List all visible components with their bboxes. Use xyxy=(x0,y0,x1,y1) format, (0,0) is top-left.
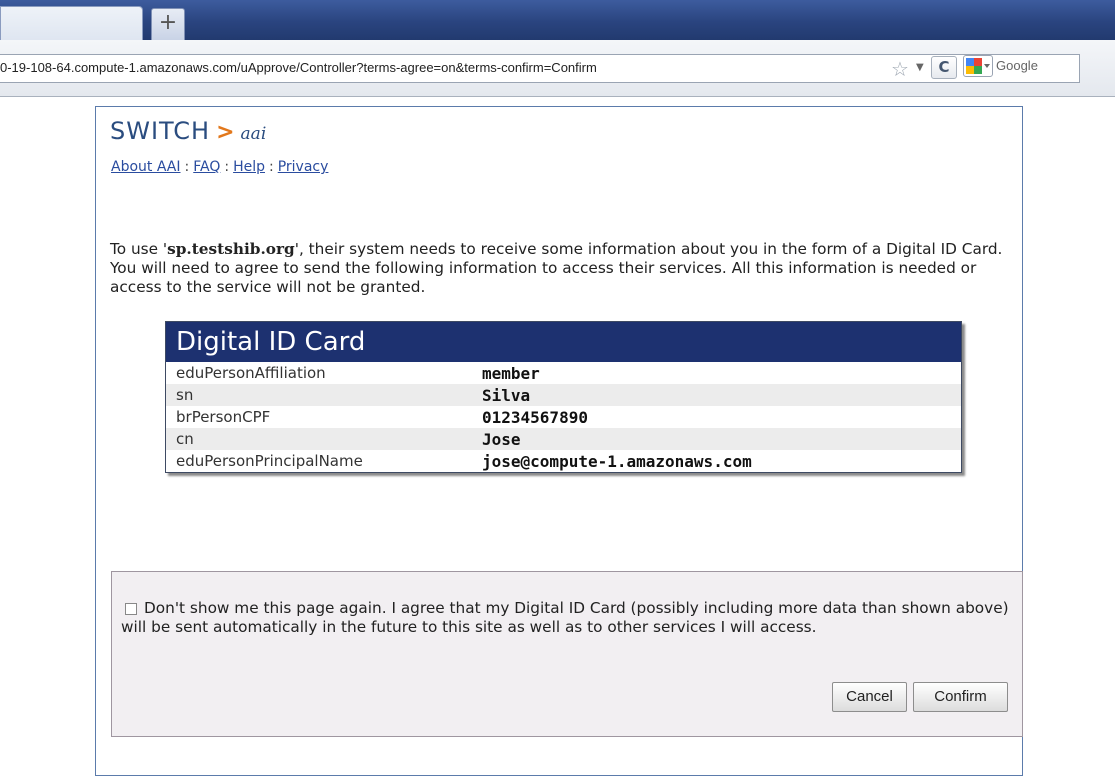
digital-id-card: Digital ID Card eduPersonAffiliation mem… xyxy=(165,321,962,473)
switch-aai-logo: SWITCH > aai xyxy=(110,117,266,149)
attribute-value: Silva xyxy=(482,385,531,405)
attribute-row: eduPersonPrincipalName jose@compute-1.am… xyxy=(166,450,961,472)
new-tab-button[interactable]: + xyxy=(151,8,185,40)
link-separator: : xyxy=(184,159,190,175)
url-text[interactable]: 0-19-108-64.compute-1.amazonaws.com/uApp… xyxy=(0,60,597,75)
brand-arrow-icon: > xyxy=(216,120,235,145)
link-separator: : xyxy=(269,159,274,175)
attribute-name: eduPersonAffiliation xyxy=(176,364,326,382)
attribute-value: Jose xyxy=(482,429,521,449)
search-engine-label: Google xyxy=(996,58,1038,73)
link-about-aai[interactable]: About AAI xyxy=(111,159,181,175)
service-provider-name: sp.testshib.org xyxy=(167,240,295,258)
card-title: Digital ID Card xyxy=(166,322,961,362)
attribute-value: 01234567890 xyxy=(482,407,588,427)
confirm-button[interactable]: Confirm xyxy=(913,682,1008,712)
cancel-button[interactable]: Cancel xyxy=(832,682,907,712)
intro-text: To use 'sp.testshib.org', their system n… xyxy=(110,240,1010,297)
attribute-row: eduPersonAffiliation member xyxy=(166,362,961,384)
attribute-name: cn xyxy=(176,430,194,448)
link-help[interactable]: Help xyxy=(233,159,265,175)
attribute-row: sn Silva xyxy=(166,384,961,406)
attribute-row: brPersonCPF 01234567890 xyxy=(166,406,961,428)
attribute-name: sn xyxy=(176,386,194,404)
page-frame: SWITCH > aai About AAI: FAQ: Help: Privacy To… xyxy=(95,106,1023,776)
brand-suffix: aai xyxy=(240,124,267,144)
top-links: About AAI: FAQ: Help: Privacy xyxy=(111,159,328,175)
attribute-row: cn Jose xyxy=(166,428,961,450)
bookmark-star-icon[interactable]: ☆ xyxy=(891,57,909,81)
attribute-name: eduPersonPrincipalName xyxy=(176,452,363,470)
brand-name: SWITCH xyxy=(110,117,211,145)
search-bar[interactable]: Google xyxy=(963,54,1081,79)
url-dropdown-icon[interactable]: ▼ xyxy=(916,62,924,73)
consent-text: Don't show me this page again. I agree t… xyxy=(121,599,1009,636)
google-logo-icon[interactable] xyxy=(963,55,993,77)
link-faq[interactable]: FAQ xyxy=(193,159,220,175)
intro-before: To use ' xyxy=(110,240,168,258)
attribute-value: jose@compute-1.amazonaws.com xyxy=(482,451,752,471)
attribute-name: brPersonCPF xyxy=(176,408,271,426)
navigation-toolbar: 0-19-108-64.compute-1.amazonaws.com/uApp… xyxy=(0,40,1115,97)
consent-box: Don't show me this page again. I agree t… xyxy=(111,571,1023,737)
link-separator: : xyxy=(224,159,230,175)
address-bar[interactable]: 0-19-108-64.compute-1.amazonaws.com/uApp… xyxy=(0,54,1080,83)
reload-icon[interactable]: C xyxy=(931,56,957,79)
attribute-value: member xyxy=(482,363,540,383)
browser-tab[interactable] xyxy=(0,6,143,40)
link-privacy[interactable]: Privacy xyxy=(278,159,329,175)
tab-strip: + xyxy=(0,0,1115,40)
